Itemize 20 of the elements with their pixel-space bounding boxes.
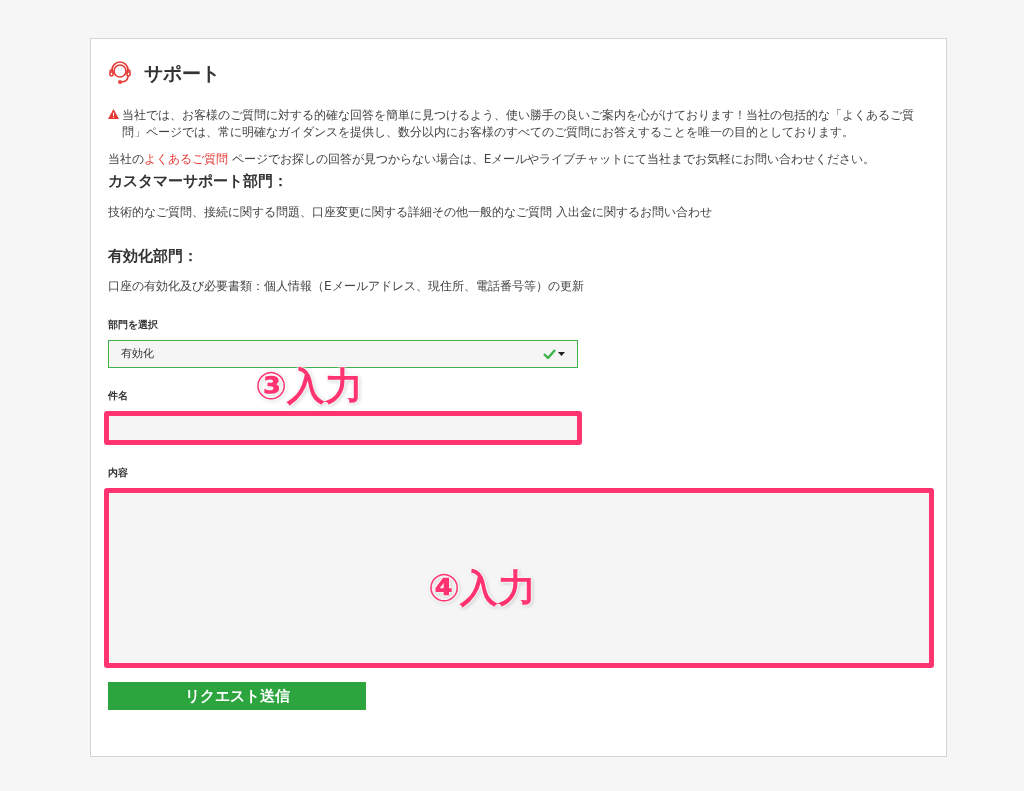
section-text: 技術的なご質問、接続に関する問題、口座変更に関する詳細その他一般的なご質問 入出金に関するお問い合わせ bbox=[108, 203, 713, 221]
annotation-label: ④入力 bbox=[428, 565, 537, 612]
message-textarea[interactable] bbox=[104, 488, 934, 668]
submit-button[interactable]: リクエスト送信 bbox=[108, 682, 366, 710]
field-label: 件名 bbox=[108, 389, 129, 403]
page-title: サポート bbox=[144, 60, 220, 86]
section-heading: カスタマーサポート部門： bbox=[108, 171, 289, 192]
faq-link[interactable]: よくあるご質問 bbox=[144, 152, 228, 166]
section-text: 口座の有効化及び必要書類：個人情報（Eメールアドレス、現住所、電話番号等）の更新 bbox=[108, 278, 585, 295]
warning-icon bbox=[108, 109, 119, 119]
check-icon bbox=[543, 349, 556, 359]
department-select[interactable]: 有効化 bbox=[108, 340, 578, 368]
headset-icon bbox=[108, 60, 132, 86]
faq-text: 当社のよくあるご質問 ページでお探しの回答が見つからない場合は、Eメールやライブチャットにて当社までお気軽にお問い合わせください。 bbox=[108, 151, 877, 168]
section-heading: 有効化部門： bbox=[108, 245, 199, 267]
caret-icon bbox=[558, 352, 565, 356]
field-label: 内容 bbox=[108, 466, 129, 480]
notice-text: 当社では、お客様のご質問に対する的確な回答を簡単に見つけるよう、使い勝手の良いご案内を心がけております！当社の包括的な「よくあるご質問」ページでは、常に明確なガイダンスを提供し、数分以内にお客様のすべてのご質問にお答えすることを唯一の目的としております。 bbox=[122, 107, 915, 141]
subject-input[interactable] bbox=[104, 411, 582, 445]
field-label: 部門を選択 bbox=[108, 318, 159, 332]
